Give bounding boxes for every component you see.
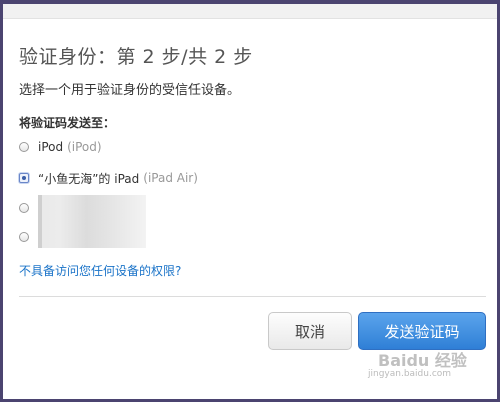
device-radio-4[interactable] — [19, 232, 29, 242]
watermark-url: jingyan.baidu.com — [368, 369, 452, 379]
device-model: (iPod) — [67, 140, 102, 154]
send-to-label: 将验证码发送至： — [19, 116, 116, 130]
no-device-access-link[interactable]: 不具备访问您任何设备的权限? — [19, 262, 181, 279]
device-option-ipad[interactable]: “小鱼无海”的 iPad (iPad Air) — [19, 170, 198, 186]
send-code-button[interactable]: 发送验证码 — [358, 312, 486, 350]
divider — [19, 296, 486, 297]
baidu-watermark: Baidu 经验 jingyan.baidu.com — [368, 347, 478, 387]
page-subtitle: 选择一个用于验证身份的受信任设备。 — [19, 83, 241, 98]
watermark-logo: Baidu 经验 — [378, 351, 467, 370]
device-option-3[interactable] — [19, 200, 38, 216]
device-option-4[interactable] — [19, 229, 38, 245]
device-radio-3[interactable] — [19, 203, 29, 213]
device-model: (iPad Air) — [143, 171, 198, 185]
page-title: 验证身份：第 2 步/共 2 步 — [19, 46, 253, 68]
device-name: iPod — [38, 140, 64, 154]
redacted-device-names — [38, 195, 146, 248]
device-option-ipod[interactable]: iPod (iPod) — [19, 139, 102, 155]
device-radio-ipad[interactable] — [19, 173, 29, 183]
device-name: “小鱼无海”的 iPad — [38, 171, 140, 186]
cancel-button[interactable]: 取消 — [268, 312, 352, 350]
top-bar — [3, 4, 497, 19]
device-radio-ipod[interactable] — [19, 142, 29, 152]
